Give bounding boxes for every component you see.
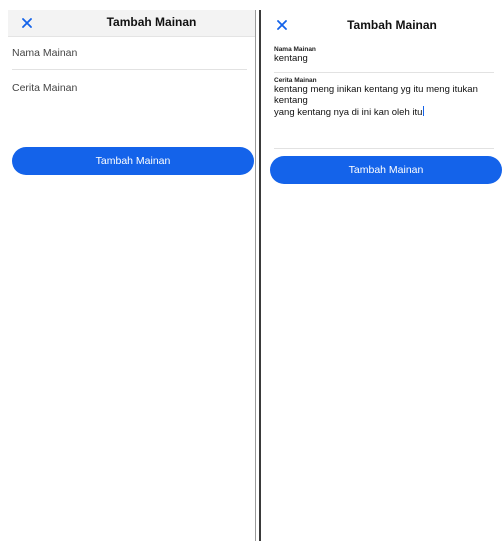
add-toy-button[interactable]: Tambah Mainan <box>12 147 254 175</box>
name-field[interactable]: Nama Mainan kentang <box>274 42 494 73</box>
screen-divider <box>259 10 261 541</box>
add-toy-button[interactable]: Tambah Mainan <box>270 156 502 184</box>
story-line: kentang meng inikan kentang yg itu meng … <box>274 84 478 95</box>
name-field[interactable]: Nama Mainan <box>12 37 247 70</box>
story-field[interactable]: Cerita Mainan <box>12 70 247 140</box>
screenshot-stage: Tambah Mainan Nama Mainan Cerita Mainan … <box>0 0 502 541</box>
left-screen: Tambah Mainan Nama Mainan Cerita Mainan … <box>8 10 256 541</box>
story-line: yang kentang nya di ini kan oleh itu <box>274 106 494 118</box>
page-title: Tambah Mainan <box>347 18 437 32</box>
close-icon <box>22 18 32 28</box>
story-line: kentang <box>274 95 308 106</box>
right-screen: Tambah Mainan Nama Mainan kentang Cerita… <box>262 10 502 541</box>
name-placeholder: Nama Mainan <box>12 47 78 59</box>
name-value: kentang <box>274 53 308 64</box>
story-value: kentang meng inikan kentang yg itu meng … <box>274 84 494 118</box>
header: Tambah Mainan <box>8 10 255 37</box>
close-button[interactable] <box>16 12 38 34</box>
text-cursor <box>423 106 425 116</box>
header: Tambah Mainan <box>262 10 502 42</box>
page-title: Tambah Mainan <box>106 15 197 29</box>
story-label: Cerita Mainan <box>274 77 317 84</box>
name-label: Nama Mainan <box>274 46 316 53</box>
story-field[interactable]: Cerita Mainan kentang meng inikan kentan… <box>274 73 494 149</box>
story-placeholder: Cerita Mainan <box>12 82 78 94</box>
story-line-text: yang kentang nya di ini kan oleh itu <box>274 107 423 118</box>
